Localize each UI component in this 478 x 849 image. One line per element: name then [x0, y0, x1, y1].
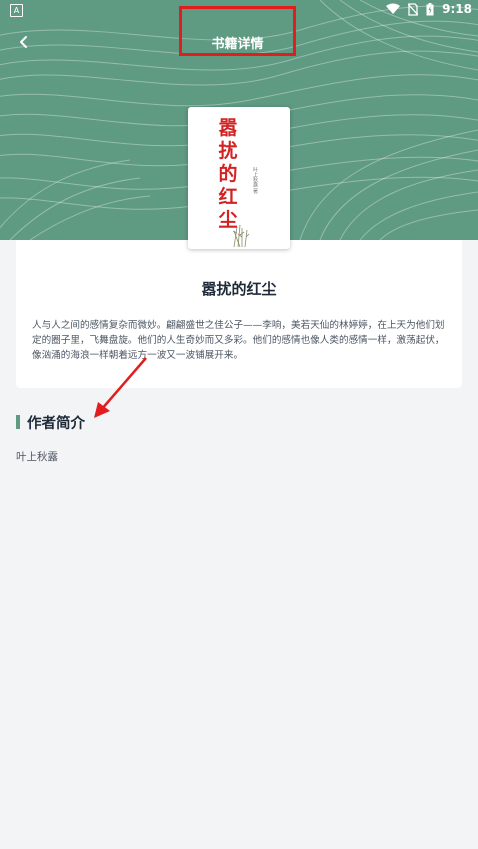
back-button[interactable] — [12, 30, 36, 54]
cover-author: 叶上秋露 著 — [252, 167, 258, 194]
book-info-card: 嚣扰的红尘 人与人之间的感情复杂而微妙。翩翩盛世之佳公子——李响，美若天仙的林婷… — [16, 240, 462, 388]
chevron-left-icon — [20, 36, 27, 48]
cover-title-char: 扰 — [218, 140, 238, 162]
author-intro-heading: 作者简介 — [16, 413, 85, 432]
book-title: 嚣扰的红尘 — [201, 280, 277, 298]
page-title-highlight: 书籍详情 — [179, 6, 296, 56]
heading-accent-bar — [16, 415, 20, 429]
cover-title: 嚣 扰 的 红 尘 — [216, 117, 240, 232]
clock: 9:18 — [442, 2, 472, 16]
battery-icon — [426, 2, 434, 15]
cover-title-char: 的 — [218, 163, 238, 185]
wifi-icon — [386, 3, 401, 14]
reed-illustration — [232, 225, 250, 247]
author-intro-heading-text: 作者简介 — [27, 415, 85, 432]
book-description: 人与人之间的感情复杂而微妙。翩翩盛世之佳公子——李响，美若天仙的林婷婷，在上天为… — [32, 320, 445, 361]
app-notification-icon: A — [10, 4, 23, 17]
page-title: 书籍详情 — [211, 36, 264, 52]
no-sim-icon — [408, 2, 419, 16]
cover-title-char: 嚣 — [218, 117, 238, 139]
cover-title-char: 红 — [218, 186, 238, 208]
book-cover[interactable]: 嚣 扰 的 红 尘 叶上秋露 著 — [188, 107, 290, 249]
author-name: 叶上秋露 — [16, 451, 58, 463]
